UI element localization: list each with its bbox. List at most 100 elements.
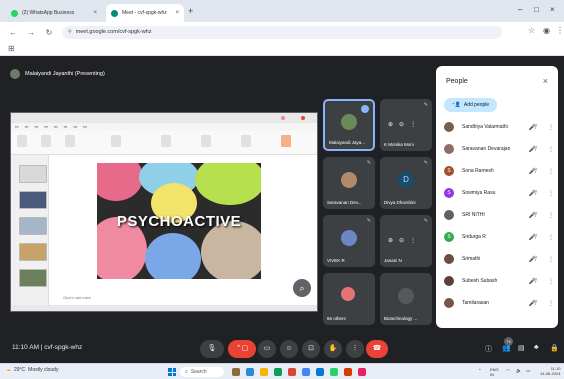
remove-icon[interactable]: ⊖ bbox=[399, 121, 404, 128]
list-item[interactable]: S Sowmiya Rasu 🎤̸ ⋮ bbox=[444, 186, 554, 200]
mic-off-icon[interactable]: 🎤̸ bbox=[529, 278, 536, 285]
participant-tile[interactable]: ✎ Saravanan Dev... bbox=[323, 157, 375, 209]
tab-whatsapp[interactable]: (2) WhatsApp Business × bbox=[6, 4, 102, 22]
emoji-button[interactable]: ☺ bbox=[280, 340, 298, 358]
bookmark-star-icon[interactable]: ☆ bbox=[528, 26, 535, 35]
app-icon[interactable] bbox=[274, 368, 282, 376]
mic-off-icon[interactable]: 🎤̸ bbox=[529, 124, 536, 131]
whatsapp-icon bbox=[11, 9, 18, 17]
system-clock[interactable]: 11:10 14-06-2024 bbox=[540, 366, 560, 376]
apps-grid-icon[interactable]: ⊞ bbox=[8, 44, 15, 53]
more-icon[interactable]: ⋮ bbox=[548, 278, 554, 285]
list-item[interactable]: Srimathi 🎤̸ ⋮ bbox=[444, 252, 554, 266]
more-icon[interactable]: ⋮ bbox=[548, 234, 554, 241]
mic-off-icon[interactable]: 🎤̸ bbox=[529, 234, 536, 241]
list-item[interactable]: Tamilarasan 🎤̸ ⋮ bbox=[444, 296, 554, 310]
captions-button[interactable]: ▭ bbox=[258, 340, 276, 358]
reload-icon[interactable]: ↻ bbox=[44, 28, 54, 37]
participant-tile[interactable]: Biotechnology ... bbox=[380, 273, 432, 325]
panel-title: People bbox=[446, 78, 468, 85]
file-explorer-icon[interactable] bbox=[260, 368, 268, 376]
weather-widget[interactable]: ☁ 29°C Mostly cloudy bbox=[6, 367, 58, 373]
profile-icon[interactable]: ◉ bbox=[543, 26, 550, 35]
app-icon[interactable] bbox=[358, 368, 366, 376]
forward-icon[interactable]: → bbox=[26, 28, 36, 37]
mic-off-icon[interactable]: 🎤̸ bbox=[529, 300, 536, 307]
mic-off-icon[interactable]: 🎤̸ bbox=[529, 146, 536, 153]
windows-start-icon[interactable] bbox=[168, 368, 176, 376]
mic-off-icon[interactable]: 🎤̸ bbox=[529, 190, 536, 197]
close-window-button[interactable]: × bbox=[550, 5, 555, 14]
more-icon[interactable]: ⋮ bbox=[548, 256, 554, 263]
mic-off-icon[interactable]: 🎤̸ bbox=[529, 168, 536, 175]
close-icon[interactable]: × bbox=[93, 10, 97, 16]
taskbar-search[interactable]: ⌕ Search bbox=[180, 367, 224, 377]
app-icon[interactable] bbox=[288, 368, 296, 376]
remove-icon[interactable]: ⊖ bbox=[399, 237, 404, 244]
back-icon[interactable]: ← bbox=[8, 28, 18, 37]
more-icon[interactable]: ⋮ bbox=[548, 146, 554, 153]
participant-tile[interactable]: ✎ VIVEK R bbox=[323, 215, 375, 267]
browser-tab-bar: (2) WhatsApp Business × Meet - cvf-spgk-… bbox=[0, 0, 564, 22]
more-icon[interactable]: ⋮ bbox=[410, 237, 416, 244]
more-icon[interactable]: ⋮ bbox=[410, 121, 416, 128]
end-call-button[interactable]: ☎ bbox=[366, 340, 388, 358]
tile-name: Janani N bbox=[384, 258, 402, 263]
more-icon[interactable]: ⋮ bbox=[548, 168, 554, 175]
menu-icon[interactable]: ⋮ bbox=[556, 26, 564, 35]
info-icon[interactable]: ⓘ bbox=[485, 344, 492, 354]
list-item[interactable]: S Sridurga R 🎤̸ ⋮ bbox=[444, 230, 554, 244]
host-controls-icon[interactable]: 🔒 bbox=[550, 344, 559, 352]
pin-icon[interactable]: ⊕ bbox=[388, 121, 393, 128]
battery-icon[interactable]: ▭ bbox=[526, 368, 530, 374]
present-button[interactable]: ⊡ bbox=[302, 340, 320, 358]
camera-toggle-button[interactable]: ⌃▢ bbox=[228, 340, 256, 358]
list-item[interactable]: SRI NITHI 🎤̸ ⋮ bbox=[444, 208, 554, 222]
url-bar[interactable]: ⚲ meet.google.com/cvf-spgk-whz bbox=[62, 25, 502, 39]
participant-tile[interactable]: Malaiyandi Jaya... bbox=[323, 99, 375, 151]
new-tab-button[interactable]: + bbox=[188, 6, 193, 16]
more-icon[interactable]: ⋮ bbox=[548, 300, 554, 307]
site-info-icon[interactable]: ⚲ bbox=[68, 29, 72, 35]
tab-meet[interactable]: Meet - cvf-spgk-whz × bbox=[106, 4, 184, 22]
more-icon[interactable]: ⋮ bbox=[548, 190, 554, 197]
more-options-button[interactable]: ⋮ bbox=[346, 340, 364, 358]
list-item[interactable]: Subesh Subash 🎤̸ ⋮ bbox=[444, 274, 554, 288]
more-icon[interactable]: ⋮ bbox=[548, 124, 554, 131]
mic-toggle-button[interactable]: 🎙 bbox=[200, 340, 224, 358]
chrome-icon[interactable] bbox=[302, 368, 310, 376]
edge-icon[interactable] bbox=[316, 368, 324, 376]
more-icon[interactable]: ⋮ bbox=[548, 212, 554, 219]
close-panel-button[interactable]: × bbox=[543, 76, 548, 86]
list-item[interactable]: S Sona Ramesh 🎤̸ ⋮ bbox=[444, 164, 554, 178]
raise-hand-button[interactable]: ✋ bbox=[324, 340, 342, 358]
speaking-indicator-icon bbox=[361, 105, 369, 113]
language-indicator[interactable]: ENG IN bbox=[490, 367, 499, 377]
powerpoint-icon[interactable] bbox=[344, 368, 352, 376]
participant-tile[interactable]: ✎ ⊕ ⊖ ⋮ K Monika Moni bbox=[380, 99, 432, 151]
minimize-button[interactable]: – bbox=[518, 5, 522, 14]
participant-tile[interactable]: ✎ ⊕ ⊖ ⋮ Janani N bbox=[380, 215, 432, 267]
close-icon[interactable]: × bbox=[175, 10, 179, 16]
mic-off-icon[interactable]: 🎤̸ bbox=[529, 212, 536, 219]
activities-icon[interactable]: ♣ bbox=[534, 344, 539, 351]
widgets-icon[interactable] bbox=[232, 368, 240, 376]
list-item[interactable]: Sandhiya Valarmathi 🎤̸ ⋮ bbox=[444, 120, 554, 134]
add-people-button[interactable]: ⁺👤 Add people bbox=[444, 98, 498, 112]
screen: (2) WhatsApp Business × Meet - cvf-spgk-… bbox=[0, 0, 564, 379]
participant-tile[interactable]: ✎ D Divya Dharshini bbox=[380, 157, 432, 209]
maximize-button[interactable]: □ bbox=[534, 5, 539, 14]
pin-icon[interactable]: ⊕ bbox=[388, 237, 393, 244]
people-icon[interactable]: 👥 bbox=[502, 344, 511, 352]
whatsapp-icon[interactable] bbox=[330, 368, 338, 376]
participant-tile[interactable]: 66 others bbox=[323, 273, 375, 325]
tray-chevron-icon[interactable]: ⌃ bbox=[478, 368, 482, 374]
app-icon[interactable] bbox=[246, 368, 254, 376]
list-item[interactable]: Saravanan Devarajan 🎤̸ ⋮ bbox=[444, 142, 554, 156]
chat-icon[interactable]: ▤ bbox=[518, 344, 525, 352]
volume-icon[interactable]: 🔈 bbox=[516, 368, 522, 374]
wifi-icon[interactable]: ◠ bbox=[506, 368, 510, 374]
mic-off-icon[interactable]: 🎤̸ bbox=[529, 256, 536, 263]
zoom-icon[interactable]: ⌕ bbox=[293, 279, 311, 297]
shared-screen: ▪▪▪ ▪▪▪ ▪▪▪ ▪▪▪ ▪▪▪ ▪▪▪ ▪▪▪ ▪▪▪ PSYCHOACTIVE Cl… bbox=[10, 112, 318, 312]
